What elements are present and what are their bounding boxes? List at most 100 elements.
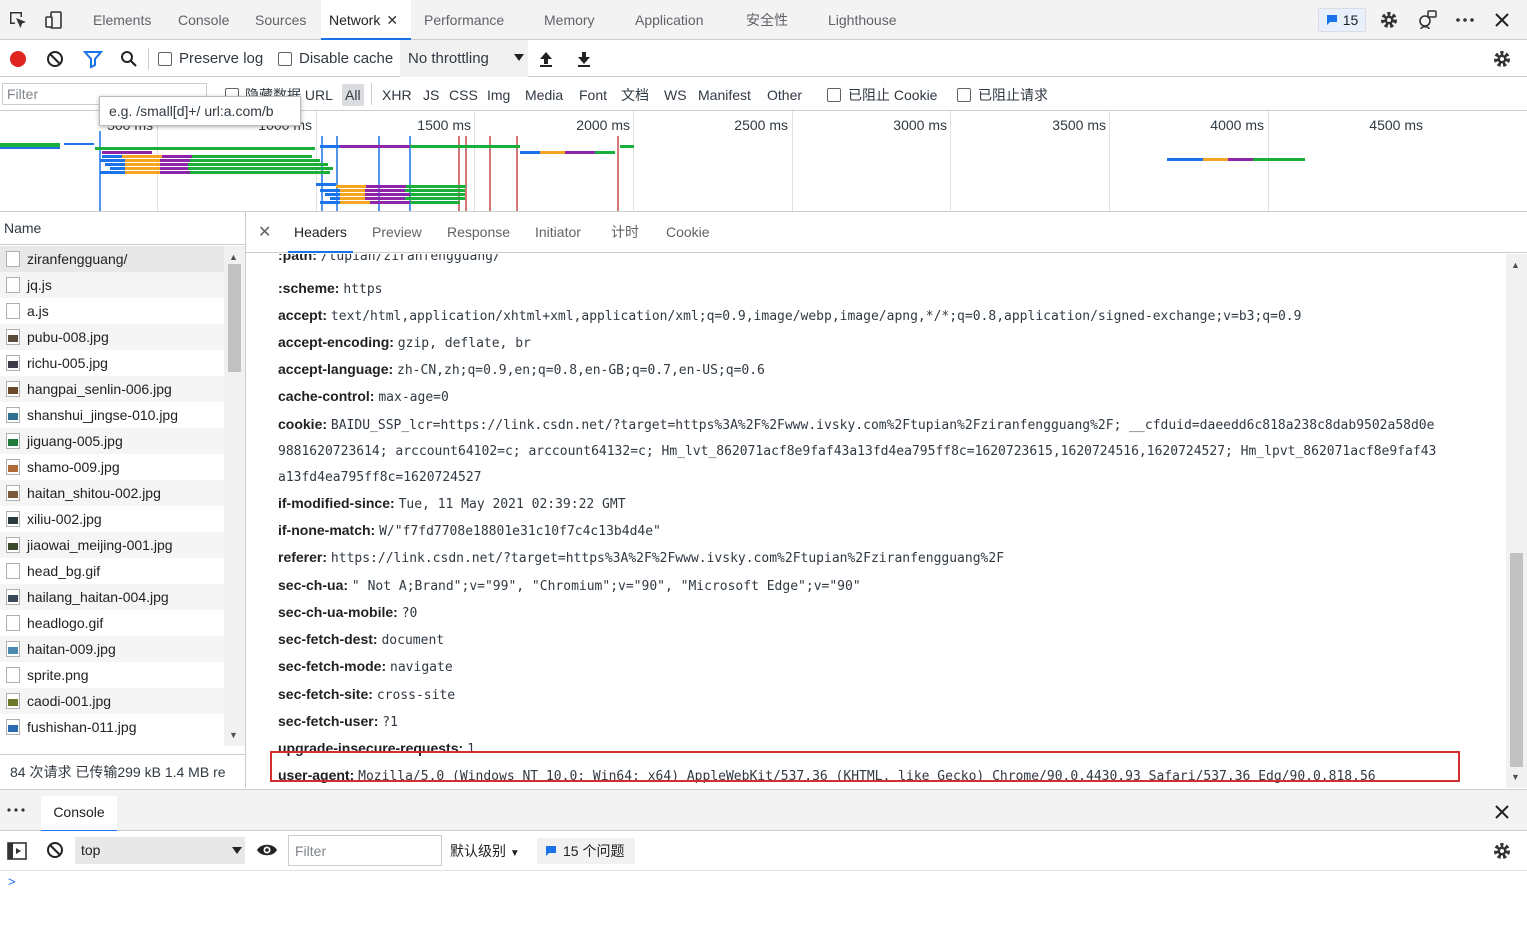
header-row: sec-ch-ua: " Not A;Brand";v="99", "Chrom…: [278, 572, 861, 600]
request-row[interactable]: head_bg.gif: [0, 558, 224, 584]
header-value: " Not A;Brand";v="99", "Chromium";v="90"…: [351, 579, 861, 594]
request-row[interactable]: shamo-009.jpg: [0, 454, 224, 480]
disable-cache-label: Disable cache: [299, 50, 394, 67]
clear-button[interactable]: [46, 40, 64, 77]
tab-console[interactable]: Console: [170, 0, 237, 40]
tab-preview[interactable]: Preview: [366, 212, 428, 253]
console-settings-gear-icon[interactable]: [1492, 841, 1512, 864]
request-name: headlogo.gif: [27, 615, 104, 631]
request-name: fushishan-011.jpg: [27, 719, 137, 735]
document-file-icon: [6, 563, 20, 579]
document-file-icon: [6, 615, 20, 631]
filter-toggle-button[interactable]: [83, 40, 103, 77]
show-sidebar-icon[interactable]: [7, 841, 27, 864]
live-expression-eye-icon[interactable]: [256, 842, 278, 861]
close-devtools-icon[interactable]: [1490, 8, 1514, 32]
throttling-select[interactable]: No throttling: [400, 40, 528, 77]
preserve-log-checkbox[interactable]: Preserve log: [158, 40, 263, 77]
import-har-button[interactable]: [538, 40, 554, 77]
tab-performance[interactable]: Performance: [416, 0, 512, 40]
tab-application[interactable]: Application: [627, 0, 712, 40]
devtools-tab-bar: Elements Console Sources Network ✕ Perfor…: [0, 0, 1527, 40]
type-filter-font[interactable]: Font: [576, 84, 610, 106]
type-filter-img[interactable]: Img: [484, 84, 513, 106]
request-row[interactable]: fushishan-011.jpg: [0, 714, 224, 740]
tab-network[interactable]: Network ✕: [321, 0, 411, 40]
record-button[interactable]: [8, 40, 28, 77]
waterfall-bars: [0, 131, 1305, 211]
request-row[interactable]: haitan_shitou-002.jpg: [0, 480, 224, 506]
request-row[interactable]: caodi-001.jpg: [0, 688, 224, 714]
tab-cookie[interactable]: Cookie: [660, 212, 716, 253]
settings-gear-icon[interactable]: [1377, 8, 1401, 32]
request-row[interactable]: sprite.png: [0, 662, 224, 688]
blocked-cookies-checkbox[interactable]: 已阻止 Cookie: [824, 84, 940, 106]
type-filter-media[interactable]: Media: [522, 84, 566, 106]
request-row[interactable]: jiaowai_meijing-001.jpg: [0, 532, 224, 558]
request-name: head_bg.gif: [27, 563, 101, 579]
search-button[interactable]: [120, 40, 138, 77]
feedback-icon[interactable]: [1415, 8, 1439, 32]
log-level-select[interactable]: 默认级别 ▼: [450, 831, 520, 871]
request-name: pubu-008.jpg: [27, 329, 109, 345]
tab-timing[interactable]: 计时: [605, 212, 645, 253]
type-filter-js[interactable]: JS: [420, 84, 442, 106]
request-row[interactable]: a.js: [0, 298, 224, 324]
request-row[interactable]: xiliu-002.jpg: [0, 506, 224, 532]
disable-cache-checkbox[interactable]: Disable cache: [278, 40, 393, 77]
name-column-header[interactable]: Name: [0, 212, 246, 245]
request-row[interactable]: jq.js: [0, 272, 224, 298]
blocked-requests-checkbox[interactable]: 已阻止请求: [954, 84, 1051, 106]
tab-response[interactable]: Response: [441, 212, 516, 253]
close-tab-icon[interactable]: ✕: [386, 12, 398, 28]
document-file-icon: [6, 277, 20, 293]
user-agent-highlight-box: [270, 751, 1460, 782]
type-filter-css[interactable]: CSS: [446, 84, 481, 106]
dropdown-arrow-icon: [514, 54, 524, 61]
device-toolbar-icon[interactable]: [42, 8, 66, 32]
close-drawer-icon[interactable]: [1494, 804, 1510, 823]
inspect-element-icon[interactable]: [6, 8, 30, 32]
download-icon: [578, 51, 590, 67]
type-filter-other[interactable]: Other: [764, 84, 805, 106]
request-row[interactable]: headlogo.gif: [0, 610, 224, 636]
type-filter-manifest[interactable]: Manifest: [695, 84, 754, 106]
console-issues-button[interactable]: 15 个问题: [537, 838, 635, 864]
request-row[interactable]: richu-005.jpg: [0, 350, 224, 376]
type-filter-xhr[interactable]: XHR: [379, 84, 415, 106]
request-row[interactable]: ziranfengguang/: [0, 246, 224, 272]
network-settings-button[interactable]: [1492, 40, 1512, 77]
header-value: gzip, deflate, br: [397, 336, 531, 351]
close-details-icon[interactable]: ✕: [252, 212, 277, 253]
clear-console-icon[interactable]: [46, 841, 64, 862]
image-file-icon: [6, 381, 20, 397]
console-prompt-chevron-icon[interactable]: >: [8, 874, 16, 889]
request-row[interactable]: hailang_haitan-004.jpg: [0, 584, 224, 610]
request-row[interactable]: pubu-008.jpg: [0, 324, 224, 350]
request-list-scrollbar[interactable]: ▲ ▼: [224, 246, 245, 746]
tab-security[interactable]: 安全性: [738, 0, 796, 40]
type-filter-doc[interactable]: 文档: [618, 84, 652, 106]
tab-sources[interactable]: Sources: [247, 0, 314, 40]
tab-elements[interactable]: Elements: [85, 0, 159, 40]
issues-badge[interactable]: 15: [1318, 8, 1366, 32]
console-filter-input[interactable]: [288, 835, 442, 866]
tab-initiator[interactable]: Initiator: [529, 212, 587, 253]
export-har-button[interactable]: [576, 40, 592, 77]
request-row[interactable]: hangpai_senlin-006.jpg: [0, 376, 224, 402]
request-row[interactable]: haitan-009.jpg: [0, 636, 224, 662]
tab-lighthouse[interactable]: Lighthouse: [820, 0, 905, 40]
type-filter-ws[interactable]: WS: [661, 84, 690, 106]
tab-headers[interactable]: Headers: [288, 212, 353, 253]
network-overview-timeline[interactable]: 500 ms 1000 ms 1500 ms 2000 ms 2500 ms 3…: [0, 111, 1527, 212]
js-context-select[interactable]: top: [75, 837, 245, 864]
drawer-menu-icon[interactable]: [6, 800, 26, 823]
request-row[interactable]: jiguang-005.jpg: [0, 428, 224, 454]
more-options-icon[interactable]: [1453, 8, 1477, 32]
tab-memory[interactable]: Memory: [536, 0, 603, 40]
details-scrollbar[interactable]: ▲ ▼: [1506, 254, 1527, 788]
drawer-tab-console[interactable]: Console: [41, 796, 117, 832]
request-row[interactable]: shanshui_jingse-010.jpg: [0, 402, 224, 428]
image-file-icon: [6, 511, 20, 527]
type-filter-all[interactable]: All: [342, 84, 364, 106]
